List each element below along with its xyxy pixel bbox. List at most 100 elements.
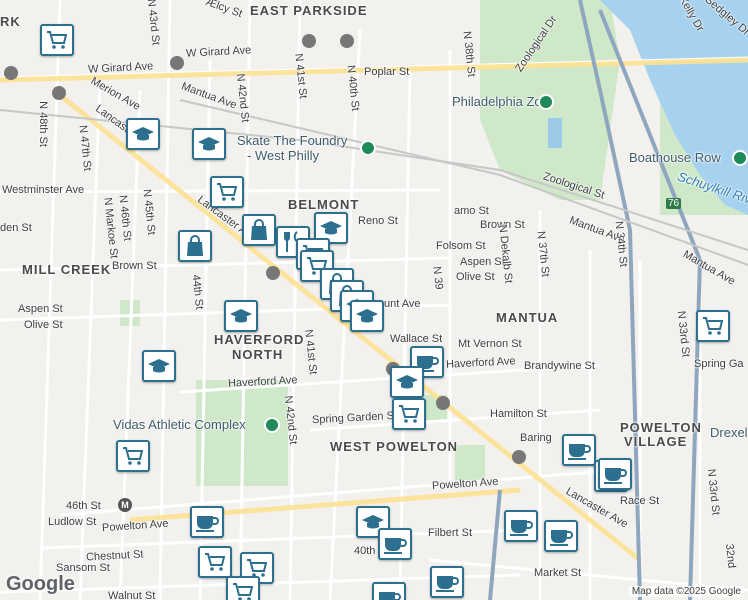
street-market: Market St: [534, 567, 582, 579]
map-attribution[interactable]: Map data ©2025 Google: [628, 586, 744, 597]
education-icon: [319, 219, 343, 237]
hood-village: VILLAGE: [624, 434, 688, 449]
place-boathouse-row[interactable]: Boathouse Row: [629, 150, 721, 165]
street-mamo-fragment: amo St: [454, 205, 489, 217]
cafe-marker[interactable]: [378, 528, 412, 560]
education-marker[interactable]: [126, 118, 160, 150]
shopping-cart-icon: [204, 552, 226, 572]
bus-stop-icon[interactable]: [170, 56, 184, 70]
education-marker[interactable]: [350, 300, 384, 332]
education-icon: [147, 357, 171, 375]
shopping-cart-icon: [232, 582, 254, 600]
street-spring-garden-2: Spring Ga: [694, 358, 744, 370]
street-olive-2: Olive St: [456, 271, 495, 283]
education-icon: [395, 373, 419, 391]
hood-belmont: BELMONT: [288, 197, 360, 212]
hood-mantua: MANTUA: [496, 310, 559, 325]
shopping-cart-marker[interactable]: [392, 398, 426, 430]
bus-stop-icon[interactable]: [512, 450, 526, 464]
education-marker[interactable]: [142, 350, 176, 382]
education-icon: [355, 307, 379, 325]
shopping-cart-marker[interactable]: [696, 310, 730, 342]
place-vidas-athletic[interactable]: Vidas Athletic Complex: [113, 417, 246, 432]
shopping-cart-icon: [46, 30, 68, 50]
shopping-cart-marker[interactable]: [210, 176, 244, 208]
street-brown: Brown St: [112, 260, 157, 272]
bus-stop-icon[interactable]: [436, 396, 450, 410]
hood-mill-creek: MILL CREEK: [22, 262, 112, 277]
map-view[interactable]: EAST PARKSIDE BELMONT MILL CREEK HAVERFO…: [0, 0, 748, 600]
street-filbert: Filbert St: [428, 527, 473, 539]
bus-stop-icon[interactable]: [4, 66, 18, 80]
cafe-icon: [383, 534, 407, 554]
bus-stop-icon[interactable]: [340, 34, 354, 48]
shopping-cart-icon: [216, 182, 238, 202]
cafe-icon: [549, 526, 573, 546]
zoo-pin-icon[interactable]: [538, 94, 554, 110]
education-icon: [229, 307, 253, 325]
education-marker[interactable]: [390, 366, 424, 398]
shopping-cart-marker[interactable]: [226, 576, 260, 600]
shopping-bag-marker[interactable]: [242, 214, 276, 246]
street-40th: 40th: [354, 545, 376, 557]
street-aspen-2: Aspen St: [460, 256, 505, 268]
cafe-marker[interactable]: [372, 582, 406, 600]
shopping-cart-marker[interactable]: [40, 24, 74, 56]
street-reno: Reno St: [358, 215, 398, 227]
street-46th: 46th St: [66, 500, 101, 512]
cafe-icon: [603, 464, 627, 484]
place-skate-foundry[interactable]: Skate The Foundry: [237, 133, 347, 148]
street-32nd: 32nd: [722, 543, 738, 569]
subway-station-icon[interactable]: M: [118, 498, 132, 512]
vidas-pin-icon[interactable]: [264, 417, 280, 433]
cafe-marker[interactable]: [598, 458, 632, 490]
hood-powelton: POWELTON: [620, 420, 702, 435]
skate-pin-icon[interactable]: [360, 140, 376, 156]
street-brandywine: Brandywine St: [524, 360, 595, 372]
hood-north: NORTH: [232, 347, 284, 362]
interstate-76-shield: 76: [666, 198, 682, 209]
cafe-marker[interactable]: [430, 566, 464, 598]
cafe-marker[interactable]: [562, 434, 596, 466]
shopping-cart-icon: [702, 316, 724, 336]
shopping-bag-icon: [249, 219, 269, 241]
bus-stop-icon[interactable]: [302, 34, 316, 48]
place-drexel[interactable]: Drexel: [710, 425, 748, 440]
bus-stop-icon[interactable]: [52, 86, 66, 100]
street-folsom: Folsom St: [436, 240, 486, 252]
education-marker[interactable]: [224, 300, 258, 332]
education-marker[interactable]: [192, 128, 226, 160]
street-wallace: Wallace St: [390, 333, 443, 345]
shopping-cart-icon: [122, 446, 144, 466]
street-race: Race St: [620, 495, 660, 507]
cafe-icon: [509, 516, 533, 536]
street-garden-fragment: den St: [0, 222, 32, 234]
shopping-bag-marker[interactable]: [178, 230, 212, 262]
street-hamilton: Hamilton St: [490, 408, 547, 420]
hood-park-fragment: RK: [0, 14, 21, 29]
shopping-bag-icon: [185, 235, 205, 257]
street-n48: N 48th St: [36, 101, 49, 147]
cafe-icon: [435, 572, 459, 592]
hood-haverford: HAVERFORD: [214, 332, 305, 347]
street-aspen: Aspen St: [18, 303, 63, 315]
place-philadelphia-zoo[interactable]: Philadelphia Zoo: [452, 94, 549, 109]
cafe-icon: [377, 588, 401, 600]
cafe-marker[interactable]: [190, 506, 224, 538]
hood-east-parkside: EAST PARKSIDE: [250, 3, 368, 18]
street-olive: Olive St: [24, 319, 63, 331]
shopping-cart-icon: [246, 558, 268, 578]
cafe-marker[interactable]: [544, 520, 578, 552]
education-icon: [131, 125, 155, 143]
street-poplar: Poplar St: [364, 66, 410, 78]
cafe-marker[interactable]: [504, 510, 538, 542]
shopping-cart-marker[interactable]: [198, 546, 232, 578]
cafe-icon: [567, 440, 591, 460]
street-n39: N 39: [430, 265, 445, 291]
boathouse-pin-icon[interactable]: [732, 150, 748, 166]
street-mt-vernon: Mt Vernon St: [458, 338, 522, 350]
google-logo: Google: [6, 573, 75, 595]
shopping-cart-marker[interactable]: [116, 440, 150, 472]
education-icon: [197, 135, 221, 153]
bus-stop-icon[interactable]: [266, 266, 280, 280]
